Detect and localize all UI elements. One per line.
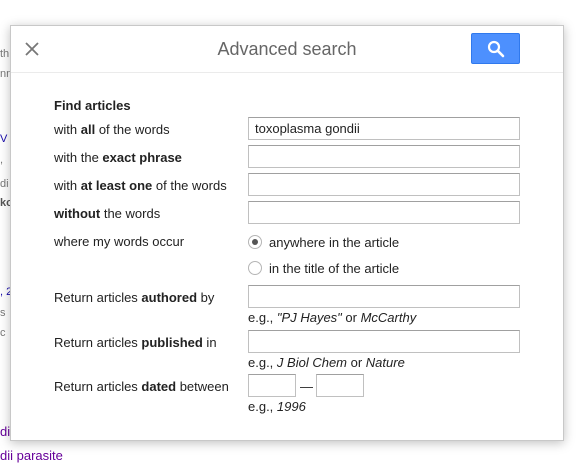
background-fragment: c <box>0 327 6 339</box>
author-hint: e.g., "PJ Hayes" or McCarthy <box>248 310 417 325</box>
all-words-input[interactable] <box>248 117 520 140</box>
at-least-one-label: with at least one of the words <box>54 178 227 193</box>
date-to-input[interactable] <box>316 374 364 397</box>
background-fragment: , <box>0 154 4 166</box>
background-fragment: th <box>0 48 10 60</box>
radio-title-label: in the title of the article <box>269 261 400 276</box>
radio-anywhere-button[interactable] <box>248 235 262 249</box>
background-fragment: di <box>0 178 9 190</box>
date-from-input[interactable] <box>248 374 296 397</box>
background-fragment: s <box>0 307 6 319</box>
where-occur-label: where my words occur <box>54 234 185 249</box>
without-words-input[interactable] <box>248 201 520 224</box>
search-button[interactable] <box>471 33 520 64</box>
radio-title-button[interactable] <box>248 261 262 275</box>
publication-input[interactable] <box>248 330 520 353</box>
all-words-label: with all of the words <box>54 122 170 137</box>
date-separator: — <box>300 379 313 394</box>
dialog-header: Advanced search <box>11 26 563 73</box>
date-hint: e.g., 1996 <box>248 399 306 414</box>
background-fragment: V <box>0 133 8 145</box>
published-label: Return articles published in <box>54 335 217 350</box>
without-words-label: without the words <box>54 206 161 221</box>
author-input[interactable] <box>248 285 520 308</box>
find-articles-heading: Find articles <box>54 98 131 113</box>
exact-phrase-label: with the exact phrase <box>54 150 182 165</box>
background-fragment: di <box>0 424 11 439</box>
dated-label: Return articles dated between <box>54 379 229 394</box>
advanced-search-dialog: Advanced search Find articles with all o… <box>10 25 564 441</box>
radio-anywhere-label: anywhere in the article <box>269 235 400 250</box>
radio-selected-dot <box>252 239 258 245</box>
authored-label: Return articles authored by <box>54 290 215 305</box>
exact-phrase-input[interactable] <box>248 145 520 168</box>
at-least-one-input[interactable] <box>248 173 520 196</box>
publication-hint: e.g., J Biol Chem or Nature <box>248 355 405 370</box>
